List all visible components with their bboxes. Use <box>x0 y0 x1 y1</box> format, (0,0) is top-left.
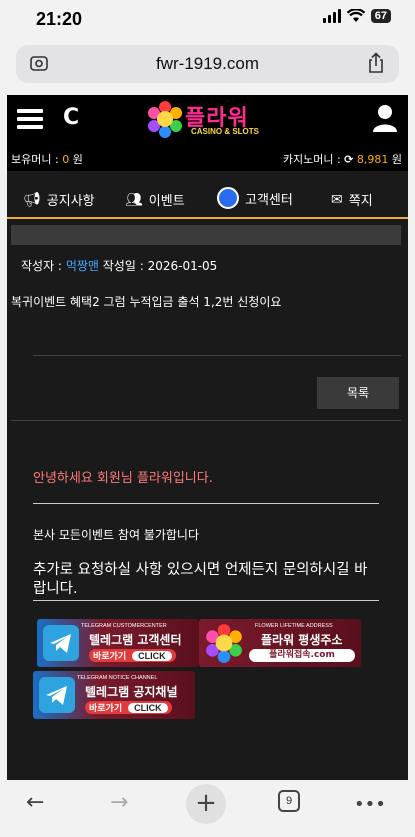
site-logo[interactable]: 플라워 CASINO & SLOTS <box>145 99 275 141</box>
forward-icon[interactable]: → <box>110 790 128 815</box>
tabs-count-button[interactable]: 9 <box>278 790 300 812</box>
telegram-support-banner[interactable]: TELEGRAM CUSTOMERCENTER 텔레그램 고객센터 바로가기 CL… <box>37 619 199 667</box>
divider <box>33 355 401 356</box>
url-text[interactable]: fwr-1919.com <box>16 54 399 74</box>
post-content: 복귀이벤트 혜택2 그럼 누적입금 출석 1,2번 신청이요 <box>11 295 282 309</box>
megaphone-icon: 📢︎ <box>23 191 41 208</box>
tab-message[interactable]: ✉ 쪽지 <box>331 190 373 210</box>
browser-toolbar: ← → + 9 ••• <box>0 780 415 837</box>
reply-line-2: 추가로 요청하실 사항 있으시면 언제든지 문의하시길 바랍니다. <box>33 562 368 597</box>
reload-icon[interactable]: ⟳ <box>344 153 353 166</box>
reply-line-1: 본사 모든이벤트 참여 불가합니다 <box>33 528 200 542</box>
menu-icon[interactable] <box>17 109 43 129</box>
status-icons: 67 <box>322 9 391 23</box>
telegram-icon <box>43 625 79 661</box>
logo-subtitle: CASINO & SLOTS <box>191 127 260 136</box>
user-icon[interactable] <box>372 103 398 133</box>
tab-event[interactable]: 👥︎ 이벤트 <box>125 190 185 210</box>
mail-icon: ✉ <box>331 191 343 208</box>
post-meta: 작성자 : 먹짱맨 작성일 : 2026-01-05 <box>21 259 218 273</box>
site-header: C 플라워 CASINO & SLOTS <box>7 95 408 143</box>
reply-greeting: 안녕하세요 회원님 플라워입니다. <box>33 471 213 486</box>
signal-icon <box>322 9 341 23</box>
flower-logo-icon <box>206 624 242 663</box>
share-icon[interactable] <box>367 52 385 74</box>
tab-notice[interactable]: 📢︎ 공지사항 <box>23 190 95 210</box>
telegram-notice-banner[interactable]: TELEGRAM NOTICE CHANNEL 텔레그램 공지채널 바로가기 CL… <box>33 671 195 719</box>
divider <box>33 503 379 504</box>
divider <box>33 600 379 601</box>
status-bar: 21:20 67 <box>0 0 415 40</box>
divider <box>11 420 401 421</box>
headset-icon <box>217 187 239 209</box>
post-date: 2026-01-05 <box>147 259 218 273</box>
post-author: 먹짱맨 <box>65 259 99 273</box>
back-icon[interactable]: ← <box>26 790 44 815</box>
battery-icon: 67 <box>370 9 391 23</box>
list-button[interactable]: 목록 <box>317 377 399 409</box>
wifi-icon <box>346 9 365 22</box>
board-tabs: 📢︎ 공지사항 👥︎ 이벤트 고객센터 ✉ 쪽지 <box>7 179 408 219</box>
post-header-bar <box>11 225 401 245</box>
tab-customer-center[interactable]: 고객센터 <box>217 187 293 209</box>
refresh-icon[interactable]: C <box>63 105 79 130</box>
people-icon: 👥︎ <box>125 191 143 208</box>
web-page: C 플라워 CASINO & SLOTS 보유머니 : 0 원 카지노머니 : … <box>7 95 408 780</box>
more-icon[interactable]: ••• <box>354 794 386 815</box>
telegram-icon <box>39 677 75 713</box>
status-time: 21:20 <box>36 9 83 29</box>
address-bar[interactable]: fwr-1919.com <box>16 45 399 83</box>
money-bar: 보유머니 : 0 원 카지노머니 : ⟳ 8,981 원 <box>7 143 408 171</box>
casino-money[interactable]: 카지노머니 : ⟳ 8,981 원 <box>283 151 402 167</box>
new-tab-icon[interactable]: + <box>186 784 226 824</box>
flower-address-banner[interactable]: FLOWER LIFETIME ADDRESS 플라워 평생주소 플라워접속.c… <box>199 619 361 667</box>
balance-money: 보유머니 : 0 원 <box>11 153 83 166</box>
flower-logo-icon <box>148 101 182 138</box>
